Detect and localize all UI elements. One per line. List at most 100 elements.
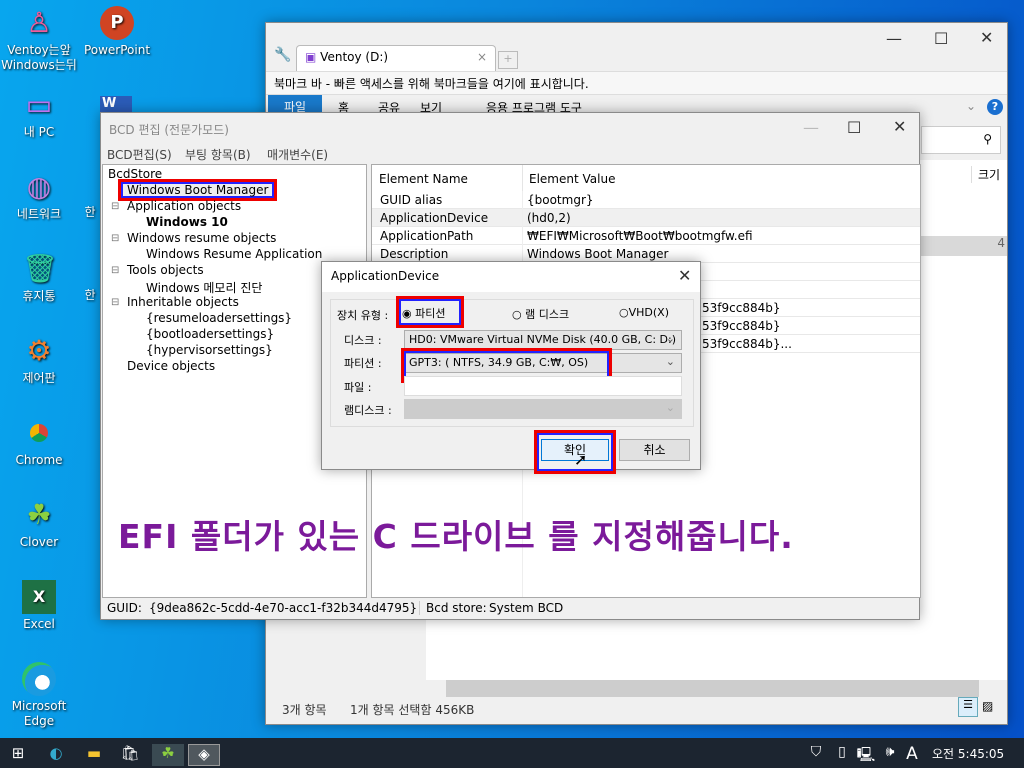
tree-node-inheritable-objects[interactable]: Inheritable objects	[127, 295, 239, 309]
ime-indicator[interactable]: A	[898, 744, 926, 766]
desktop-icon-ventoy[interactable]: ♙ Ventoy는앞 Windows는뒤	[0, 6, 78, 73]
clock[interactable]: 오전 5:45:05	[932, 745, 1004, 762]
tree-node-resume-application[interactable]: Windows Resume Application	[146, 247, 322, 261]
file-input[interactable]	[404, 376, 682, 396]
desktop-icon-clover[interactable]: ☘ Clover	[0, 498, 78, 550]
search-icon: ⚲	[983, 132, 992, 146]
cancel-button[interactable]: 취소	[619, 439, 690, 461]
taskbar-store-icon[interactable]: 🛍	[116, 744, 144, 766]
menu-parameters[interactable]: 매개변수(E)	[267, 146, 328, 163]
word-icon[interactable]: W	[100, 96, 132, 112]
tree-node-tools-objects[interactable]: Tools objects	[127, 263, 204, 277]
tree-node-windows-10[interactable]: Windows 10	[146, 215, 228, 229]
desktop-icon-partial[interactable]: 한	[78, 288, 102, 303]
explorer-tab[interactable]: ▣ Ventoy (D:) ×	[296, 45, 496, 71]
partition-label: 파티션 :	[344, 357, 382, 370]
bcd-maximize-button[interactable]: ☐	[847, 118, 861, 137]
dialog-close-button[interactable]: ✕	[678, 266, 691, 285]
column-header-size[interactable]: 크기	[971, 166, 1000, 183]
tree-node-bootloadersettings[interactable]: {bootloadersettings}	[146, 327, 274, 341]
taskbar-bcd-icon[interactable]: ◈	[188, 744, 220, 766]
desktop-icon-powerpoint[interactable]: P PowerPoint	[78, 6, 156, 58]
tree-collapse-icon[interactable]: ⊟	[111, 233, 119, 244]
chrome-icon	[22, 416, 56, 450]
menu-bcd-edit[interactable]: BCD편집(S)	[107, 146, 172, 163]
tree-node-application-objects[interactable]: Application objects	[127, 199, 241, 213]
start-button[interactable]: ⊞	[4, 744, 32, 766]
device-type-label: 장치 유형 :	[337, 309, 389, 322]
tree-collapse-icon[interactable]: ⊟	[111, 201, 119, 212]
tree-node-resume-objects[interactable]: Windows resume objects	[127, 231, 276, 245]
gear-icon: ⚙	[26, 334, 52, 367]
taskbar-edge-icon[interactable]: ◐	[42, 744, 70, 766]
desktop-icon-edge[interactable]: Microsoft Edge	[0, 662, 78, 729]
bookmark-bar: 북마크 바 - 빠른 액세스를 위해 북마크들을 여기에 표시합니다.	[266, 71, 1007, 95]
ramdisk-select[interactable]: ⌄	[404, 399, 682, 419]
annotation-text: EFI 폴더가 있는 C 드라이브 를 지정해줍니다.	[118, 517, 794, 556]
status-store: System BCD	[489, 601, 564, 615]
tree-node-resumeloadersettings[interactable]: {resumeloadersettings}	[146, 311, 292, 325]
desktop-icon-recycle[interactable]: 🗑 휴지통	[0, 252, 78, 304]
file-label: 파일 :	[344, 381, 372, 394]
new-tab-button[interactable]: +	[498, 51, 518, 69]
trash-icon: 🗑	[22, 252, 58, 285]
wrench-icon[interactable]: 🔧	[274, 47, 291, 63]
element-row[interactable]: ApplicationDevice (hd0,2)	[372, 209, 920, 227]
close-button[interactable]: ✕	[980, 28, 993, 47]
help-icon[interactable]: ?	[987, 99, 1003, 115]
column-element-name[interactable]: Element Name	[379, 172, 468, 186]
status-item-count: 3개 항목	[282, 703, 327, 717]
desktop-icon-control-panel[interactable]: ⚙ 제어판	[0, 334, 78, 386]
tree-node-hypervisorsettings[interactable]: {hypervisorsettings}	[146, 343, 273, 357]
details-view-icon[interactable]: ☰	[958, 697, 978, 717]
dialog-title: ApplicationDevice	[331, 269, 440, 283]
status-selected: 1개 항목 선택함 456KB	[350, 703, 475, 717]
taskbar-explorer-icon[interactable]: ▬	[80, 744, 108, 766]
desktop-icon-chrome[interactable]: Chrome	[0, 416, 78, 468]
selected-file-row[interactable]: 4	[916, 236, 1007, 256]
horizontal-scrollbar[interactable]	[428, 680, 1007, 697]
tree-node-device-objects[interactable]: Device objects	[127, 359, 215, 373]
hanger-icon: ♙	[26, 6, 52, 39]
scrollbar-thumb[interactable]	[446, 680, 979, 697]
tree-collapse-icon[interactable]: ⊟	[111, 297, 119, 308]
bcd-close-button[interactable]: ✕	[893, 117, 906, 136]
disk-label: 디스크 :	[344, 334, 382, 347]
element-row[interactable]: ApplicationPath ₩EFI₩Microsoft₩Boot₩bootm…	[372, 227, 920, 245]
radio-partition[interactable]: ◉ 파티션	[396, 296, 464, 328]
bcd-minimize-button[interactable]: —	[803, 118, 819, 137]
tree-node-windows-boot-manager[interactable]: Windows Boot Manager	[117, 179, 278, 201]
taskbar-clover-icon[interactable]: ☘	[152, 744, 184, 766]
clover-icon: ☘	[26, 498, 52, 531]
bcd-title: BCD 편집 (전문가모드)	[109, 123, 229, 137]
globe-icon: ◍	[26, 170, 52, 203]
radio-vhd[interactable]: ○VHD(X)	[619, 306, 669, 319]
application-device-dialog: ApplicationDevice ✕ 장치 유형 : ◉ 파티션 ○ 램 디스…	[321, 261, 701, 474]
chevron-down-icon: ⌄	[665, 355, 675, 368]
radio-ramdisk[interactable]: ○ 램 디스크	[512, 306, 569, 322]
desktop-icon-partial[interactable]: 한	[78, 205, 102, 220]
desktop-icon-excel[interactable]: X Excel	[0, 580, 78, 632]
desktop-icon-network[interactable]: ◍ 네트워크	[0, 170, 78, 222]
column-element-value[interactable]: Element Value	[522, 165, 621, 191]
minimize-button[interactable]: —	[886, 29, 902, 48]
disk-select[interactable]: HD0: VMware Virtual NVMe Disk (40.0 GB, …	[404, 330, 682, 350]
tab-close-icon[interactable]: ×	[477, 50, 487, 64]
status-guid: {9dea862c-5cdd-4e70-acc1-f32b344d4795}	[149, 601, 418, 615]
security-icon[interactable]: ⛉	[802, 744, 830, 766]
tree-node-memory-diagnostic[interactable]: Windows 메모리 진단	[146, 279, 262, 296]
element-row[interactable]: GUID alias {bootmgr}	[372, 191, 920, 209]
mouse-cursor-icon: ➚	[574, 450, 588, 469]
menu-boot-entries[interactable]: 부팅 항목(B)	[185, 146, 251, 163]
ribbon-expand-icon[interactable]: ⌄	[966, 99, 976, 113]
tree-collapse-icon[interactable]: ⊟	[111, 265, 119, 276]
search-box[interactable]: ⚲	[921, 126, 1001, 154]
large-icons-view-icon[interactable]: ▨	[982, 699, 993, 713]
desktop-icon-my-pc[interactable]: ▭ 내 PC	[0, 88, 78, 140]
monitor-icon: ▭	[25, 88, 53, 121]
status-guid-label: GUID:	[107, 601, 142, 615]
maximize-button[interactable]: ☐	[934, 29, 948, 48]
chevron-down-icon: ⌄	[665, 401, 675, 414]
radio-unchecked-icon: ○	[619, 306, 629, 319]
tree-node-bcdstore[interactable]: BcdStore	[108, 167, 162, 181]
